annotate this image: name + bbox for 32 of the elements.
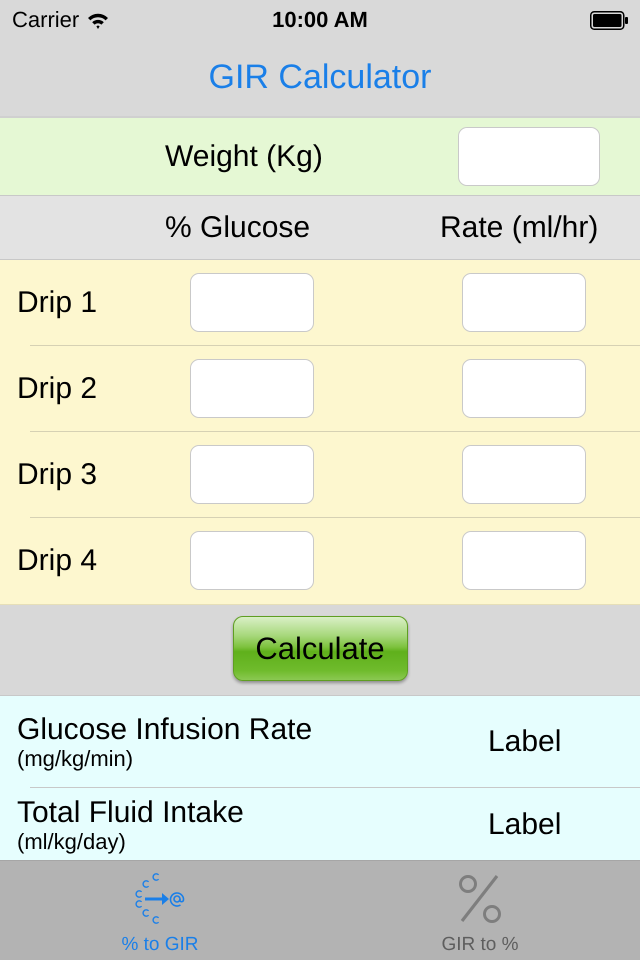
screen-title: GIR Calculator	[208, 58, 432, 96]
drip-label: Drip 3	[17, 458, 98, 492]
rate-field[interactable]	[462, 359, 586, 418]
glucose-field[interactable]	[190, 273, 314, 332]
percent-icon	[457, 874, 503, 924]
result-unit: (mg/kg/min)	[17, 746, 134, 770]
column-header: Rate (ml/hr)	[440, 210, 598, 244]
result-value: Label	[488, 808, 562, 842]
glucose-field[interactable]	[190, 445, 314, 504]
battery-icon	[590, 10, 628, 30]
drip-label: Drip 2	[17, 372, 98, 406]
glucose-field[interactable]	[190, 359, 314, 418]
result-name: Total Fluid Intake	[17, 796, 244, 828]
tab-button[interactable]: GIR to %	[320, 861, 640, 960]
result-value: Label	[488, 724, 562, 758]
calculate-button[interactable]: Calculate	[232, 616, 408, 681]
weight-label: Weight (Kg)	[165, 140, 323, 174]
clock-time: 10:00 AM	[272, 7, 368, 33]
wifi-icon	[87, 12, 110, 28]
column-header: % Glucose	[165, 210, 310, 244]
glucose-field[interactable]	[190, 531, 314, 590]
carrier-name: Carrier	[12, 7, 80, 33]
drip-label: Drip 1	[17, 286, 98, 320]
rate-field[interactable]	[462, 445, 586, 504]
result-unit: (ml/kg/day)	[17, 828, 126, 854]
weight-field[interactable]	[458, 127, 600, 186]
tab-button[interactable]: % to GIR	[0, 861, 320, 960]
rate-field[interactable]	[462, 273, 586, 332]
result-name: Glucose Infusion Rate	[17, 712, 312, 746]
arrow-icon	[135, 872, 185, 924]
drip-label: Drip 4	[17, 544, 98, 578]
rate-field[interactable]	[462, 531, 586, 590]
